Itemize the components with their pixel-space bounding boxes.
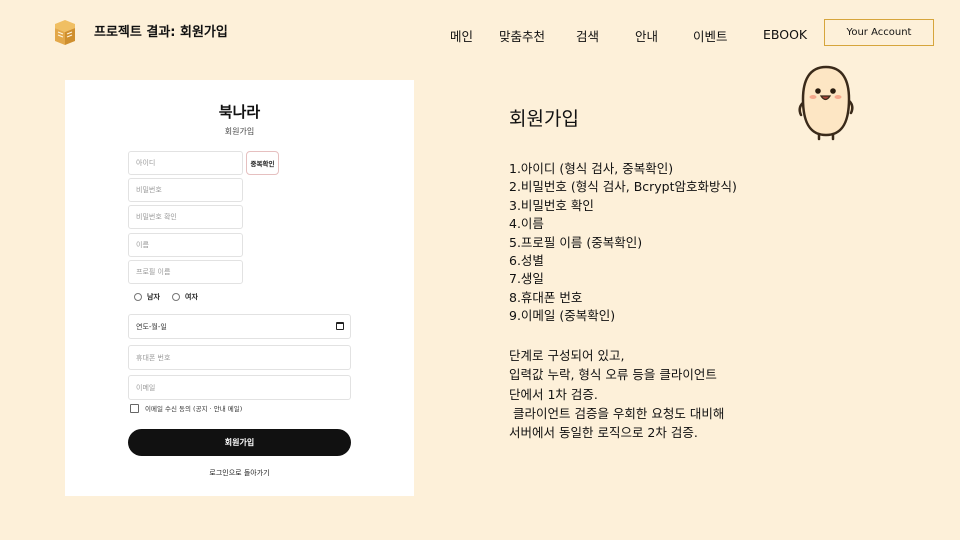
- id-duplicate-check-button[interactable]: 중복확인: [246, 151, 279, 175]
- account-button[interactable]: Your Account: [824, 19, 934, 46]
- list-item: 2.비밀번호 (형식 검사, Bcrypt암호화방식): [509, 179, 737, 195]
- nav-ebook[interactable]: EBOOK: [763, 27, 807, 42]
- form-subtitle: 회원가입: [224, 127, 255, 136]
- gender-male-option[interactable]: 남자: [134, 292, 160, 302]
- email-consent-checkbox[interactable]: [130, 403, 139, 413]
- list-item: 1.아이디 (형식 검사, 중복확인): [509, 161, 674, 176]
- gender-female-label: 여자: [185, 293, 198, 301]
- birthdate-input[interactable]: 연도-월-일: [128, 314, 351, 339]
- calendar-icon[interactable]: [336, 322, 344, 330]
- nav-recommend[interactable]: 맞춤추천: [499, 26, 545, 45]
- birthdate-placeholder: 연도-월-일: [136, 322, 167, 331]
- signup-steps-list: 1.아이디 (형식 검사, 중복확인) 2.비밀번호 (형식 검사, Bcryp…: [509, 160, 737, 326]
- nav-main[interactable]: 메인: [450, 26, 473, 45]
- validation-description: 단계로 구성되어 있고, 입력값 누락, 형식 오류 등을 클라이언트 단에서 …: [509, 346, 724, 442]
- site-title: 프로젝트 결과: 회원가입: [94, 25, 228, 40]
- nav-search[interactable]: 검색: [576, 26, 599, 45]
- nav-guide[interactable]: 안내: [635, 26, 658, 45]
- radio-female[interactable]: [172, 293, 180, 301]
- list-item: 6.성별: [509, 253, 544, 269]
- password-input[interactable]: 비밀번호: [128, 178, 243, 202]
- paragraph-line: 단에서 1차 검증.: [509, 386, 598, 402]
- mascot-illustration: [798, 65, 854, 141]
- gender-male-label: 남자: [147, 293, 160, 301]
- list-item: 5.프로필 이름 (중복확인): [509, 234, 643, 250]
- back-to-login-link[interactable]: 로그인으로 돌아가기: [65, 468, 414, 478]
- form-title: 북나라: [218, 103, 261, 121]
- name-input[interactable]: 이름: [128, 233, 243, 257]
- paragraph-line: 클라이언트 검증을 우회한 요청도 대비해: [509, 405, 725, 421]
- list-item: 4.이름: [509, 216, 544, 232]
- list-item: 7.생일: [509, 271, 544, 287]
- paragraph-line: 단계로 구성되어 있고,: [509, 348, 625, 363]
- nav-event[interactable]: 이벤트: [693, 26, 728, 45]
- paragraph-line: 입력값 누락, 형식 오류 등을 클라이언트: [509, 367, 717, 383]
- signup-form-card: 북나라 회원가입 아이디 중복확인 비밀번호 비밀번호 확인 이름 프로필 이름…: [65, 80, 414, 496]
- list-item: 8.휴대폰 번호: [509, 289, 583, 305]
- id-input[interactable]: 아이디: [128, 151, 243, 175]
- paragraph-line: 서버에서 동일한 로직으로 2차 검증.: [509, 425, 698, 441]
- password-confirm-input[interactable]: 비밀번호 확인: [128, 205, 243, 229]
- radio-male[interactable]: [134, 293, 142, 301]
- signup-submit-button[interactable]: 회원가입: [128, 429, 351, 456]
- email-input[interactable]: 이메일: [128, 375, 351, 400]
- email-consent-label: 이메일 수신 동의 (공지 · 안내 메일): [145, 405, 243, 413]
- email-consent-option[interactable]: 이메일 수신 동의 (공지 · 안내 메일): [130, 403, 242, 413]
- profile-name-input[interactable]: 프로필 이름: [128, 260, 243, 284]
- gender-female-option[interactable]: 여자: [172, 292, 198, 302]
- description-heading: 회원가입: [509, 108, 579, 130]
- list-item: 3.비밀번호 확인: [509, 197, 594, 213]
- book-logo-icon[interactable]: [53, 18, 77, 46]
- list-item: 9.이메일 (중복확인): [509, 308, 616, 324]
- phone-input[interactable]: 휴대폰 번호: [128, 345, 351, 370]
